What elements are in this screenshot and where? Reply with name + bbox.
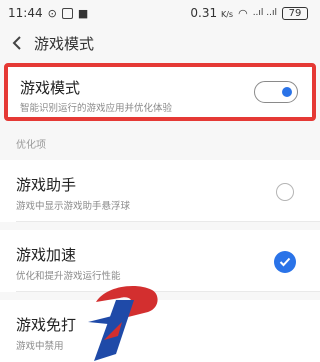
option-title: 游戏加速 bbox=[16, 246, 77, 264]
back-button[interactable] bbox=[0, 28, 34, 58]
radio-unchecked-icon[interactable] bbox=[276, 183, 294, 201]
option-subtitle: 优化和提升游戏运行性能 bbox=[16, 271, 121, 282]
divider bbox=[16, 221, 320, 222]
network-speed: 0.31 K/s bbox=[190, 6, 233, 20]
gallery-icon bbox=[61, 7, 73, 19]
wifi-icon: ◠ bbox=[238, 6, 248, 20]
divider bbox=[16, 291, 320, 292]
game-mode-toggle[interactable] bbox=[254, 81, 298, 103]
section-label: 优化项 bbox=[16, 140, 46, 151]
game-mode-subtitle: 智能识别运行的游戏应用并优化体验 bbox=[20, 103, 173, 114]
toggle-knob bbox=[282, 87, 292, 97]
top-bar: 游戏模式 bbox=[0, 28, 320, 58]
check-glyph bbox=[279, 257, 291, 267]
sync-icon: ⊙ bbox=[47, 6, 57, 20]
option-subtitle: 游戏中禁用 bbox=[16, 341, 64, 352]
status-bar: 11:44 ⊙ ■ 0.31 K/s ◠ ..ıl ..ıl 79 bbox=[0, 0, 320, 26]
option-title: 游戏助手 bbox=[16, 176, 77, 194]
status-time: 11:44 bbox=[8, 6, 43, 20]
option-title: 游戏免打 bbox=[16, 316, 77, 334]
signal-icon: ..ıl ..ıl bbox=[252, 7, 277, 18]
option-subtitle: 游戏中显示游戏助手悬浮球 bbox=[16, 201, 131, 212]
chevron-left-icon bbox=[12, 36, 21, 50]
video-icon: ■ bbox=[77, 6, 89, 20]
checkmark-icon[interactable] bbox=[274, 251, 296, 273]
status-left: 11:44 ⊙ ■ bbox=[8, 6, 88, 20]
battery-icon: 79 bbox=[282, 6, 308, 20]
game-mode-title: 游戏模式 bbox=[20, 79, 81, 97]
network-speed-unit: K/s bbox=[220, 10, 234, 19]
status-right: 0.31 K/s ◠ ..ıl ..ıl 79 bbox=[190, 6, 308, 20]
game-mode-setting[interactable]: 游戏模式 智能识别运行的游戏应用并优化体验 bbox=[4, 63, 316, 121]
page-title: 游戏模式 bbox=[34, 34, 95, 53]
option-game-assistant[interactable]: 游戏助手 游戏中显示游戏助手悬浮球 bbox=[0, 160, 320, 222]
watermark-logo-icon bbox=[88, 286, 158, 361]
network-speed-value: 0.31 bbox=[190, 6, 218, 20]
